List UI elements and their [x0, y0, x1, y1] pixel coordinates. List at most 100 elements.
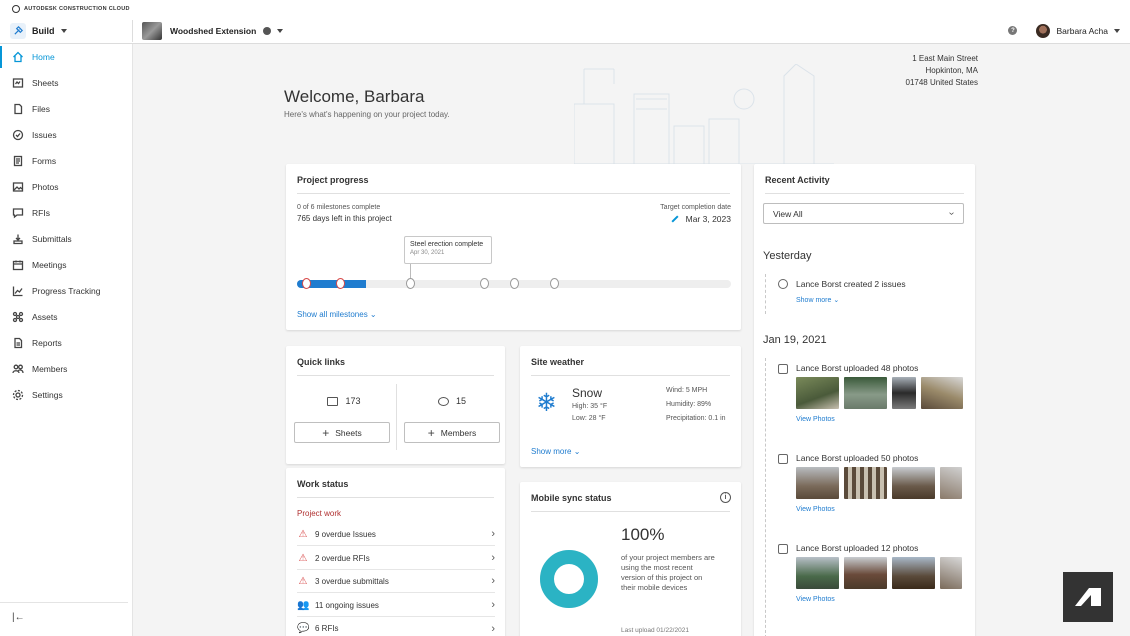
people-icon: 👥 — [297, 599, 310, 611]
milestone-pin[interactable] — [550, 278, 559, 289]
sidebar-item-label: Home — [32, 52, 55, 62]
product-switcher[interactable]: Build — [0, 19, 133, 42]
photos-icon — [12, 182, 24, 192]
sidebar-item-label: Forms — [32, 156, 57, 166]
sidebar-item-progress-tracking[interactable]: Progress Tracking — [0, 280, 133, 302]
city-skyline-illustration — [574, 64, 834, 164]
humidity: Humidity: 89% — [666, 401, 712, 408]
sidebar-item-assets[interactable]: Assets — [0, 306, 133, 328]
photo-thumbnail[interactable] — [796, 467, 839, 499]
sidebar-item-members[interactable]: Members — [0, 358, 133, 380]
work-status-row[interactable]: 💬 6 RFIs › — [297, 617, 495, 636]
project-address: 1 East Main Street Hopkinton, MA 01748 U… — [906, 53, 979, 89]
target-date[interactable]: Mar 3, 2023 — [671, 214, 731, 224]
sidebar-item-meetings[interactable]: Meetings — [0, 254, 133, 276]
precipitation: Precipitation: 0.1 in — [666, 415, 726, 422]
milestone-pin[interactable] — [302, 278, 311, 289]
files-icon — [14, 103, 23, 115]
user-name[interactable]: Barbara Acha — [1056, 26, 1108, 36]
top-bar: Build Woodshed Extension ? Barbara Acha — [0, 18, 1130, 44]
photo-thumbnail[interactable] — [844, 377, 887, 409]
work-status-card: Work status Project work ⚠ 9 overdue Issu… — [286, 468, 505, 636]
mobile-sync-card: Mobile sync status i 100% of your projec… — [520, 482, 741, 636]
photo-thumbnail[interactable] — [892, 377, 916, 409]
sidebar-item-forms[interactable]: Forms — [0, 150, 133, 172]
photo-thumbnail[interactable] — [844, 467, 887, 499]
activity-entry: Lance Borst uploaded 12 photos — [796, 543, 919, 553]
pencil-icon[interactable] — [671, 215, 679, 223]
milestone-pin[interactable] — [480, 278, 489, 289]
activity-filter-select[interactable]: View All › — [763, 203, 964, 224]
work-status-row[interactable]: ⚠ 3 overdue submittals › — [297, 570, 495, 593]
sidebar-item-issues[interactable]: Issues — [0, 124, 133, 146]
work-status-subtitle: Project work — [297, 509, 342, 518]
sync-donut-arc — [540, 550, 598, 608]
chevron-down-icon: › — [945, 211, 957, 216]
project-name: Woodshed Extension — [170, 25, 257, 36]
sidebar-item-photos[interactable]: Photos — [0, 176, 133, 198]
plus-icon: + — [322, 425, 330, 440]
tooltip-date: Apr 30, 2021 — [410, 250, 445, 256]
milestone-pin[interactable] — [336, 278, 345, 289]
photo-thumbnail[interactable] — [796, 557, 839, 589]
submittals-icon — [13, 234, 23, 245]
chevron-right-icon: › — [491, 599, 495, 611]
sidebar-item-reports[interactable]: Reports — [0, 332, 133, 354]
chevron-down-icon[interactable] — [1114, 28, 1120, 33]
sidebar-item-label: Issues — [32, 130, 57, 140]
view-photos-link[interactable]: View Photos — [796, 506, 835, 513]
sidebar-item-settings[interactable]: Settings — [0, 384, 133, 406]
activity-show-more-link[interactable]: Show more ⌄ — [796, 296, 839, 304]
info-icon[interactable]: i — [720, 492, 731, 503]
photo-thumbnail[interactable] — [796, 377, 839, 409]
address-line: Hopkinton, MA — [925, 66, 978, 75]
weather-show-more-link[interactable]: Show more ⌄ — [531, 447, 580, 456]
autodesk-logo-icon — [12, 5, 20, 13]
days-left: 765 days left in this project — [297, 214, 392, 223]
address-line: 1 East Main Street — [912, 54, 978, 63]
activity-date-group: Yesterday — [763, 250, 812, 262]
show-all-milestones-link[interactable]: Show all milestones ⌄ — [297, 310, 377, 319]
photo-thumbnail[interactable] — [940, 557, 962, 589]
sidebar-item-home[interactable]: Home — [0, 46, 133, 68]
milestone-pin[interactable] — [406, 278, 415, 289]
sidebar-item-rfis[interactable]: RFIs — [0, 202, 133, 224]
work-status-row[interactable]: ⚠ 9 overdue Issues › — [297, 523, 495, 546]
work-status-row[interactable]: 👥 11 ongoing issues › — [297, 594, 495, 617]
help-icon[interactable]: ? — [1008, 26, 1018, 35]
photo-thumbnails — [796, 557, 967, 589]
photo-thumbnail[interactable] — [921, 377, 963, 409]
sidebar-item-files[interactable]: Files — [0, 98, 133, 120]
project-switcher[interactable]: Woodshed Extension — [133, 21, 284, 40]
sidebar-item-label: Assets — [32, 312, 58, 322]
warning-icon: ⚠ — [298, 575, 308, 587]
card-title: Project progress — [297, 175, 369, 185]
sidebar-item-label: Reports — [32, 338, 62, 348]
chevron-down-icon — [277, 28, 284, 33]
work-status-row[interactable]: ⚠ 2 overdue RFIs › — [297, 547, 495, 570]
photo-thumbnail[interactable] — [844, 557, 887, 589]
sidebar-collapse[interactable]: |← — [0, 602, 128, 632]
view-photos-link[interactable]: View Photos — [796, 596, 835, 603]
add-sheets-button[interactable]: + Sheets — [294, 422, 390, 443]
sidebar-item-sheets[interactable]: Sheets — [0, 72, 133, 94]
sheets-icon — [327, 396, 339, 406]
view-photos-link[interactable]: View Photos — [796, 416, 835, 423]
card-title: Mobile sync status — [531, 493, 612, 503]
warning-icon: ⚠ — [298, 552, 308, 564]
sidebar-item-submittals[interactable]: Submittals — [0, 228, 133, 250]
chevron-right-icon: › — [491, 622, 495, 635]
activity-date-group: Jan 19, 2021 — [763, 334, 827, 346]
forms-icon — [13, 155, 23, 167]
photo-thumbnail[interactable] — [892, 557, 935, 589]
photo-thumbnail[interactable] — [892, 467, 935, 499]
photo-thumbnail[interactable] — [940, 467, 962, 499]
activity-entry: Lance Borst uploaded 50 photos — [796, 453, 919, 463]
plus-icon: + — [427, 425, 435, 440]
rfis-icon — [12, 208, 24, 219]
activity-entry: Lance Borst created 2 issues — [796, 279, 906, 289]
collapse-left-icon[interactable]: |← — [12, 612, 25, 623]
milestone-pin[interactable] — [510, 278, 519, 289]
avatar[interactable] — [1036, 23, 1051, 38]
add-members-button[interactable]: + Members — [404, 422, 500, 443]
